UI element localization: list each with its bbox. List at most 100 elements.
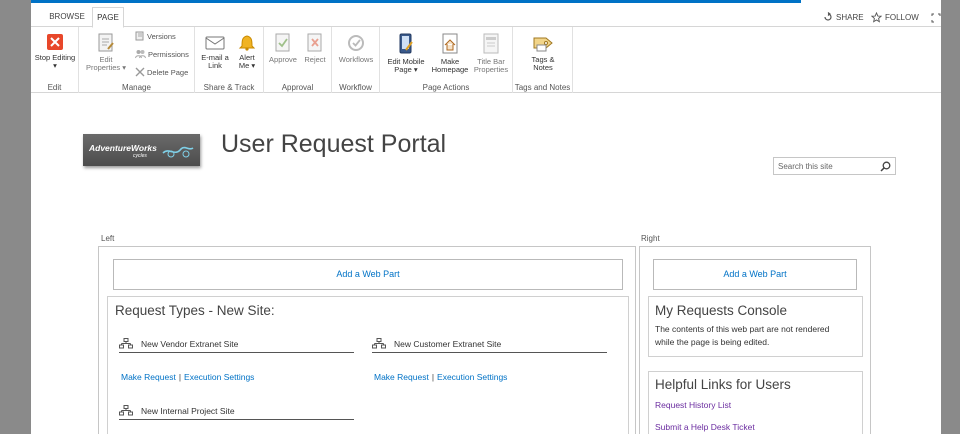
title-bar-label-2: Properties <box>473 65 509 74</box>
star-icon <box>871 12 882 23</box>
approve-icon <box>275 33 290 52</box>
follow-label: FOLLOW <box>885 13 919 22</box>
link-separator: | <box>431 372 435 382</box>
execution-settings-link[interactable]: Execution Settings <box>184 372 254 382</box>
edit-mobile-page-button[interactable]: Edit Mobile Page ▾ <box>384 33 428 74</box>
sharepoint-window: BROWSE PAGE SHARE FOLLOW Stop Editing ▾ E… <box>31 0 941 434</box>
alert-me-button[interactable]: Alert Me ▾ <box>233 33 261 70</box>
workflows-icon <box>348 35 364 51</box>
email-link-button[interactable]: E-mail a Link <box>198 33 232 70</box>
reject-label: Reject <box>304 55 326 64</box>
tab-page[interactable]: PAGE <box>92 7 124 28</box>
request-history-link[interactable]: Request History List <box>655 400 731 410</box>
site-type-name: New Vendor Extranet Site <box>141 338 239 349</box>
versions-button[interactable]: Versions <box>135 31 176 41</box>
mobile-page-icon <box>399 33 413 54</box>
group-tags-notes: Tags & Notes Tags and Notes <box>513 27 573 93</box>
site-type-item[interactable]: New Customer Extranet Site <box>372 335 607 353</box>
tags-notes-button[interactable]: Tags & Notes <box>523 33 563 72</box>
make-homepage-button[interactable]: Make Homepage <box>430 33 470 74</box>
site-hierarchy-icon <box>119 338 133 349</box>
permissions-icon <box>135 50 146 59</box>
console-message-line-1: The contents of this web part are not re… <box>655 324 830 334</box>
group-manage: Edit Properties ▾ Versions Permissions De… <box>79 27 195 93</box>
group-page-actions-label: Page Actions <box>422 83 470 92</box>
permissions-label: Permissions <box>148 49 189 59</box>
follow-button[interactable]: FOLLOW <box>871 12 919 23</box>
stop-editing-icon <box>47 34 63 50</box>
search-box[interactable]: Search this site <box>773 157 896 175</box>
dropdown-arrow-icon: ▾ <box>53 61 57 70</box>
share-button[interactable]: SHARE <box>823 12 864 22</box>
site-type-item[interactable]: New Internal Project Site <box>119 402 354 420</box>
link-separator: | <box>178 372 182 382</box>
bike-logo-icon <box>162 146 194 158</box>
helpful-links-title: Helpful Links for Users <box>655 377 791 392</box>
focus-icon[interactable] <box>931 13 941 23</box>
title-bar-properties-button[interactable]: Title Bar Properties <box>471 33 511 74</box>
bell-icon <box>238 35 256 51</box>
email-icon <box>205 36 225 50</box>
search-icon[interactable] <box>880 161 891 172</box>
group-share-track: E-mail a Link Alert Me ▾ Share & Track <box>195 27 264 93</box>
group-edit: Stop Editing ▾ Edit <box>31 27 79 93</box>
group-workflow: Workflows Workflow <box>332 27 380 93</box>
help-desk-ticket-link[interactable]: Submit a Help Desk Ticket <box>655 422 755 432</box>
right-add-web-part-button[interactable]: Add a Web Part <box>653 259 857 290</box>
delete-icon <box>135 67 145 77</box>
homepage-icon <box>442 33 458 54</box>
make-homepage-label-2: Homepage <box>431 65 469 74</box>
request-types-title: Request Types - New Site: <box>115 303 275 318</box>
versions-label: Versions <box>147 31 176 41</box>
edit-properties-label-2: Properties <box>85 63 121 72</box>
right-zone-label: Right <box>641 234 660 243</box>
workflows-label: Workflows <box>338 55 374 64</box>
alert-label-2: Me <box>238 61 250 70</box>
title-bar-icon <box>483 33 499 54</box>
group-approval-label: Approval <box>281 83 314 92</box>
tab-browse[interactable]: BROWSE <box>45 7 89 28</box>
edit-mobile-label-2: Page <box>394 65 412 74</box>
tags-label-2: Notes <box>533 63 553 72</box>
group-manage-label: Manage <box>122 83 151 92</box>
approve-label: Approve <box>269 55 297 64</box>
tag-icon <box>533 37 553 52</box>
group-edit-label: Edit <box>47 83 62 92</box>
left-zone-label: Left <box>101 234 115 243</box>
group-page-actions: Edit Mobile Page ▾ Make Homepage Title Bar… <box>380 27 513 93</box>
group-workflow-label: Workflow <box>339 83 372 92</box>
edit-properties-icon <box>98 33 114 52</box>
site-type-links: Make Request | Execution Settings <box>374 372 507 382</box>
reject-button[interactable]: Reject <box>300 33 330 64</box>
group-approval: Approve Reject Approval <box>264 27 332 93</box>
make-request-link[interactable]: Make Request <box>121 372 176 382</box>
ribbon-tab-bar: BROWSE PAGE SHARE FOLLOW <box>31 3 941 28</box>
execution-settings-link[interactable]: Execution Settings <box>437 372 507 382</box>
logo-text: AdventureWorks <box>89 143 157 153</box>
logo-subtext: cycles <box>133 153 147 159</box>
approve-button[interactable]: Approve <box>267 33 299 64</box>
delete-page-button[interactable]: Delete Page <box>135 67 188 77</box>
console-message: The contents of this web part are not re… <box>655 323 829 349</box>
permissions-button[interactable]: Permissions <box>135 49 189 59</box>
site-title[interactable]: User Request Portal <box>221 130 446 159</box>
site-hierarchy-icon <box>372 338 386 349</box>
console-message-line-2: while the page is being edited. <box>655 337 770 347</box>
site-logo[interactable]: AdventureWorks cycles <box>83 134 200 166</box>
group-share-track-label: Share & Track <box>203 83 255 92</box>
edit-properties-button[interactable]: Edit Properties ▾ <box>83 33 129 72</box>
make-request-link[interactable]: Make Request <box>374 372 429 382</box>
share-icon <box>824 12 832 21</box>
ribbon: Stop Editing ▾ Edit Edit Properties ▾ Vers… <box>31 27 941 93</box>
search-placeholder: Search this site <box>778 162 833 171</box>
site-hierarchy-icon <box>119 405 133 416</box>
versions-icon <box>135 31 144 41</box>
site-type-name: New Customer Extranet Site <box>394 338 502 349</box>
stop-editing-button[interactable]: Stop Editing ▾ <box>33 33 77 70</box>
site-type-links: Make Request | Execution Settings <box>121 372 254 382</box>
workflows-button[interactable]: Workflows <box>335 33 377 64</box>
email-label-2: Link <box>208 61 222 70</box>
left-add-web-part-button[interactable]: Add a Web Part <box>113 259 623 290</box>
my-requests-console-title: My Requests Console <box>655 303 788 318</box>
site-type-item[interactable]: New Vendor Extranet Site <box>119 335 354 353</box>
